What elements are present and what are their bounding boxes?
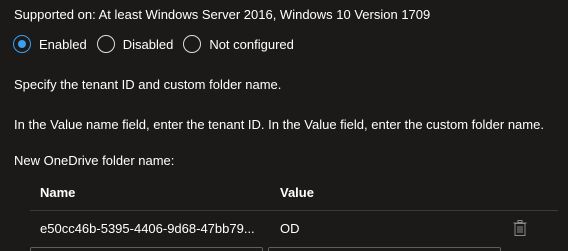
- radio-checked-icon: [13, 35, 31, 53]
- description-text: Specify the tenant ID and custom folder …: [14, 77, 282, 92]
- field-label: New OneDrive folder name:: [14, 153, 175, 168]
- row-value-cell: OD: [280, 221, 300, 236]
- new-name-input[interactable]: [30, 247, 263, 251]
- row-name-cell: e50cc46b-5395-4406-9d68-47bb79...: [40, 221, 255, 236]
- trash-icon[interactable]: [513, 220, 527, 236]
- column-header-name: Name: [40, 185, 76, 200]
- radio-unchecked-icon: [96, 35, 115, 53]
- disabled-radio-label: Disabled: [122, 36, 174, 52]
- not-configured-radio[interactable]: Not configured: [183, 35, 294, 53]
- new-value-input[interactable]: [268, 247, 501, 251]
- radio-unchecked-icon: [183, 35, 202, 53]
- supported-on-text: Supported on: At least Windows Server 20…: [14, 7, 431, 22]
- table-row: e50cc46b-5395-4406-9d68-47bb79... OD: [30, 211, 558, 245]
- enabled-radio-label: Enabled: [39, 36, 87, 52]
- disabled-radio[interactable]: Disabled: [96, 35, 174, 53]
- not-configured-radio-label: Not configured: [209, 36, 294, 52]
- enabled-radio[interactable]: Enabled: [13, 35, 87, 53]
- column-header-value: Value: [280, 185, 314, 200]
- instruction-text: In the Value name field, enter the tenan…: [14, 117, 544, 132]
- policy-state-radio-group: Enabled Disabled Not configured: [13, 34, 304, 54]
